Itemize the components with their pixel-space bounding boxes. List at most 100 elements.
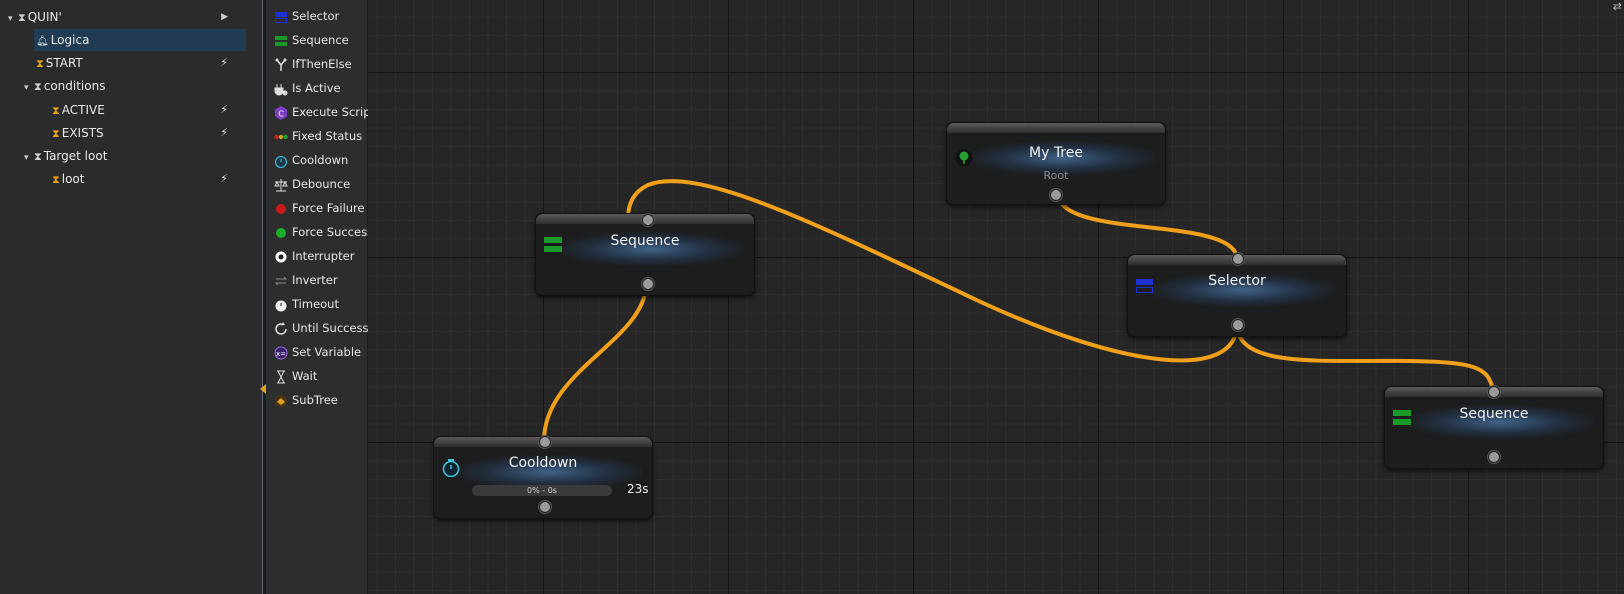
- svg-text:C: C: [278, 109, 284, 118]
- tree-item-label: ACTIVE: [61, 103, 105, 117]
- node-title: Sequence: [610, 233, 680, 249]
- palette-item-label: Force Success: [292, 225, 374, 239]
- tree-item-loot[interactable]: ⧗ loot ⚡︎: [52, 168, 248, 190]
- tree-item-label: START: [45, 56, 83, 70]
- palette-item-ifthenelse[interactable]: IfThenElse: [274, 54, 352, 74]
- node-sequence[interactable]: Sequence: [1384, 386, 1604, 469]
- palette-item-selector[interactable]: Selector: [274, 6, 339, 26]
- traffic-light-icon: [274, 130, 288, 144]
- hourglass-icon: [274, 370, 288, 384]
- palette-item-interrupter[interactable]: Interrupter: [274, 246, 354, 266]
- selector-icon: [274, 10, 288, 24]
- stopwatch-icon: [274, 154, 288, 168]
- palette-item-debounce[interactable]: Debounce: [274, 174, 350, 194]
- node-title: My Tree: [1029, 145, 1083, 161]
- palette-item-label: Debounce: [292, 177, 351, 191]
- cooldown-progress-bar: 0% - 0s: [472, 485, 612, 496]
- palette-item-wait[interactable]: Wait: [274, 366, 317, 386]
- tree-item-label: loot: [61, 172, 85, 186]
- palette-item-label: Execute Script: [292, 105, 375, 119]
- lightning-icon[interactable]: ⚡︎: [220, 52, 228, 74]
- palette-item-until-success[interactable]: Until Success: [274, 318, 369, 338]
- palette-item-inverter[interactable]: Inverter: [274, 270, 338, 290]
- hourglass-icon: ⧗: [34, 80, 42, 93]
- graph-canvas[interactable]: My Tree Root Selector Sequence Sequence …: [368, 0, 1624, 594]
- sequence-icon: [274, 34, 288, 48]
- palette-item-sequence[interactable]: Sequence: [274, 30, 349, 50]
- tree-item-start[interactable]: ⧗ START ⚡︎: [36, 52, 248, 74]
- palette-item-label: Wait: [292, 369, 318, 383]
- palette-item-label: Is Active: [292, 81, 341, 95]
- svg-text:x=: x=: [276, 350, 286, 358]
- lightning-icon[interactable]: ⚡︎: [220, 122, 228, 144]
- tree-item-exists[interactable]: ⧗ EXISTS ⚡︎: [52, 122, 248, 144]
- palette-item-fixed-status[interactable]: Fixed Status: [274, 126, 362, 146]
- lightning-icon[interactable]: ⚡︎: [220, 168, 228, 190]
- expand-arrow-icon[interactable]: ▾: [8, 8, 18, 30]
- input-port[interactable]: [1488, 386, 1500, 398]
- bell-icon: 🔔︎: [36, 36, 49, 47]
- hourglass-icon: ⧗: [52, 127, 60, 140]
- node-selector[interactable]: Selector: [1127, 253, 1347, 337]
- tree-item-label: Target loot: [43, 149, 108, 163]
- palette-item-force-success[interactable]: Force Success: [274, 222, 373, 242]
- palette-item-label: Until Success: [292, 321, 369, 335]
- tree-item-quin[interactable]: ▾ ⧗ QUIN' ▶: [8, 6, 248, 28]
- expand-arrow-icon[interactable]: ▾: [24, 77, 34, 99]
- output-port[interactable]: [1232, 319, 1244, 331]
- red-dot-icon: [274, 202, 288, 216]
- palette-item-force-failure[interactable]: Force Failure: [274, 198, 365, 218]
- palette-item-subtree[interactable]: SubTree: [274, 390, 338, 410]
- palette-item-label: Fixed Status: [292, 129, 363, 143]
- node-header[interactable]: [947, 123, 1165, 133]
- palette-item-execute-script[interactable]: C Execute Script: [274, 102, 375, 122]
- cooldown-duration: 23s: [627, 482, 649, 496]
- output-port[interactable]: [1488, 451, 1500, 463]
- output-port[interactable]: [1050, 189, 1062, 201]
- tree-item-label: conditions: [43, 79, 106, 93]
- swap-icon[interactable]: ⇄: [1613, 0, 1622, 13]
- scale-icon: [274, 178, 288, 192]
- palette-item-label: Interrupter: [292, 249, 355, 263]
- chevron-right-icon[interactable]: ▶: [221, 6, 228, 28]
- node-title: Sequence: [1459, 406, 1529, 422]
- tree-item-active[interactable]: ⧗ ACTIVE ⚡︎: [52, 99, 248, 121]
- input-port[interactable]: [642, 214, 654, 226]
- output-port[interactable]: [642, 278, 654, 290]
- palette-item-timeout[interactable]: Timeout: [274, 294, 339, 314]
- expand-arrow-icon[interactable]: ▾: [24, 147, 34, 169]
- input-port[interactable]: [1232, 253, 1244, 265]
- branch-icon: [274, 58, 288, 72]
- behavior-tree-outline: ▾ ⧗ QUIN' ▶ 🔔︎ Logica ⧗ START ⚡︎ ▾ ⧗ condition…: [0, 0, 263, 594]
- loop-icon: [274, 321, 288, 336]
- node-root[interactable]: My Tree Root: [946, 122, 1166, 205]
- node-subtitle: Root: [1043, 169, 1069, 182]
- node-cooldown[interactable]: Cooldown 0% - 0s 23s: [433, 436, 653, 519]
- subtree-icon: [274, 394, 288, 408]
- tree-item-target-loot[interactable]: ▾ ⧗ Target loot: [24, 145, 248, 167]
- variable-icon: x=: [274, 346, 288, 360]
- tree-item-label: QUIN': [27, 10, 62, 24]
- target-icon: [274, 250, 288, 264]
- output-port[interactable]: [539, 501, 551, 513]
- tree-item-label: Logica: [50, 33, 90, 47]
- palette-item-label: Sequence: [292, 33, 349, 47]
- tree-item-conditions[interactable]: ▾ ⧗ conditions: [24, 75, 248, 97]
- node-sequence[interactable]: Sequence: [535, 213, 755, 296]
- palette-item-cooldown[interactable]: Cooldown: [274, 150, 348, 170]
- palette-item-is-active[interactable]: Is Active: [274, 78, 341, 98]
- tree-item-logica[interactable]: 🔔︎ Logica: [34, 29, 246, 51]
- palette-item-label: Selector: [292, 9, 340, 23]
- green-dot-icon: [274, 226, 288, 240]
- palette-item-label: IfThenElse: [292, 57, 352, 71]
- palette-item-set-variable[interactable]: x= Set Variable: [274, 342, 361, 362]
- timer-icon: [274, 298, 288, 312]
- palette-item-label: Set Variable: [292, 345, 362, 359]
- plug-icon: [274, 82, 288, 96]
- palette-item-label: Timeout: [292, 297, 339, 311]
- hourglass-icon: ⧗: [18, 11, 26, 24]
- node-palette: Selector Sequence IfThenElse Is Active C…: [266, 0, 375, 594]
- palette-item-label: Force Failure: [292, 201, 365, 215]
- input-port[interactable]: [539, 436, 551, 448]
- lightning-icon[interactable]: ⚡︎: [220, 99, 228, 121]
